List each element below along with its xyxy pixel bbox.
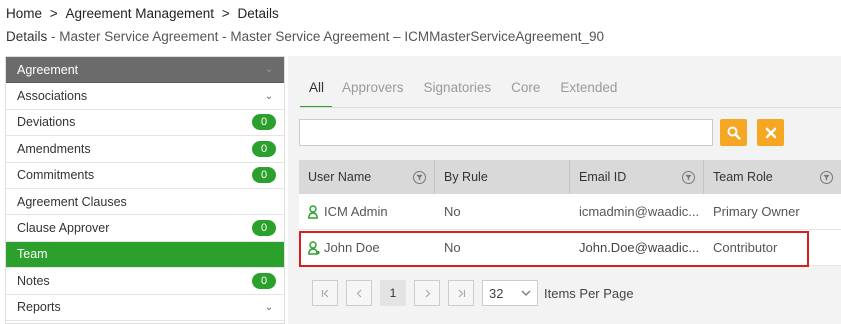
filter-icon[interactable] [682,170,695,184]
sidebar-item-label: Amendments [17,141,91,156]
cell-team-role: Primary Owner [713,204,800,219]
close-icon [765,127,776,138]
column-header-label: Team Role [713,170,773,184]
breadcrumb-home[interactable]: Home [6,6,42,21]
filter-icon[interactable] [820,170,833,184]
pager: 1 32 Items Per Page [312,280,634,306]
page-title: Details - Master Service Agreement - Mas… [6,29,604,44]
breadcrumb-agreement-management[interactable]: Agreement Management [65,6,214,21]
page-title-label: Details [6,29,48,44]
current-page[interactable]: 1 [380,280,406,306]
column-header-by-rule[interactable]: By Rule [435,160,570,194]
tab-signatories[interactable]: Signatories [414,78,502,108]
sidebar-item-agreement-clauses[interactable]: Agreement Clauses [6,188,284,216]
grid-header: User Name By Rule Email ID Team Role [299,160,841,194]
sidebar-item-label: Notes [17,273,50,288]
sidebar-item-label: Associations [17,89,88,104]
user-name[interactable]: ICM Admin [324,204,388,219]
count-badge: 0 [252,220,276,237]
sidebar-item-reports[interactable]: Reports ⌄ [6,294,284,321]
tab-approvers[interactable]: Approvers [332,78,414,108]
breadcrumb-separator: > [49,6,58,21]
chevron-down-icon: ⌄ [264,64,274,76]
sidebar-item-associations[interactable]: Associations ⌄ [6,83,284,110]
sidebar-item-commitments[interactable]: Commitments 0 [6,162,284,189]
chevron-left-icon [356,289,361,297]
sidebar-item-agreement[interactable]: Agreement ⌄ [6,57,284,84]
prev-page-button[interactable] [346,280,372,306]
page-size-value: 32 [489,285,504,301]
count-badge: 0 [252,272,276,289]
row-highlight-box [299,231,809,267]
chevron-right-icon [425,289,430,297]
tab-core[interactable]: Core [501,78,550,108]
sidebar-item-team[interactable]: Team [6,241,284,269]
sidebar-item-label: Commitments [17,168,95,183]
cell-by-rule: No [444,204,461,219]
page-size-select[interactable]: 32 [482,280,538,306]
tab-extended[interactable]: Extended [550,78,627,108]
sidebar-item-amendments[interactable]: Amendments 0 [6,136,284,163]
chevron-down-icon: ⌄ [264,301,274,313]
table-row[interactable]: ICM Admin No icmadmin@waadic... Primary … [299,194,841,230]
column-header-label: By Rule [444,170,488,184]
sidebar-item-label: Deviations [17,115,76,130]
team-tabs: All Approvers Signatories Core Extended [300,78,627,108]
page-title-agreement: - Master Service Agreement - Master Serv… [47,29,604,44]
clear-button[interactable] [757,119,784,146]
search-icon [727,126,741,140]
sidebar-item-label: Clause Approver [17,221,110,236]
last-page-icon [458,289,465,297]
breadcrumb-separator: > [221,6,230,21]
search-input[interactable] [299,119,713,146]
sidebar: Agreement ⌄ Associations ⌄ Deviations 0 … [5,56,285,324]
column-header-user-name[interactable]: User Name [299,160,435,194]
sidebar-item-clause-approver[interactable]: Clause Approver 0 [6,215,284,242]
count-badge: 0 [252,114,276,131]
filter-icon[interactable] [413,170,426,184]
column-header-email-id[interactable]: Email ID [570,160,704,194]
sidebar-item-label: Reports [17,300,61,315]
first-page-button[interactable] [312,280,338,306]
column-header-label: User Name [308,170,372,184]
sidebar-item-deviations[interactable]: Deviations 0 [6,109,284,137]
first-page-icon [321,289,328,297]
breadcrumb: Home > Agreement Management > Details [6,6,279,21]
sidebar-item-label: Agreement Clauses [17,194,127,209]
last-page-button[interactable] [448,280,474,306]
items-per-page-label: Items Per Page [544,285,634,301]
cell-user-name: ICM Admin [299,194,435,229]
chevron-down-icon [521,290,531,296]
cell-email-id: icmadmin@waadic... [579,204,700,219]
search-button[interactable] [720,119,747,146]
breadcrumb-details: Details [237,6,279,21]
next-page-button[interactable] [414,280,440,306]
tabs-divider [300,107,841,108]
sidebar-item-label: Agreement [17,62,79,77]
column-header-team-role[interactable]: Team Role [704,160,841,194]
count-badge: 0 [252,167,276,184]
sidebar-item-notes[interactable]: Notes 0 [6,268,284,295]
tab-all[interactable]: All [300,78,333,108]
user-icon [308,204,318,219]
count-badge: 0 [252,140,276,157]
column-header-label: Email ID [579,170,627,184]
sidebar-item-label: Team [17,247,48,262]
chevron-down-icon: ⌄ [264,90,274,102]
